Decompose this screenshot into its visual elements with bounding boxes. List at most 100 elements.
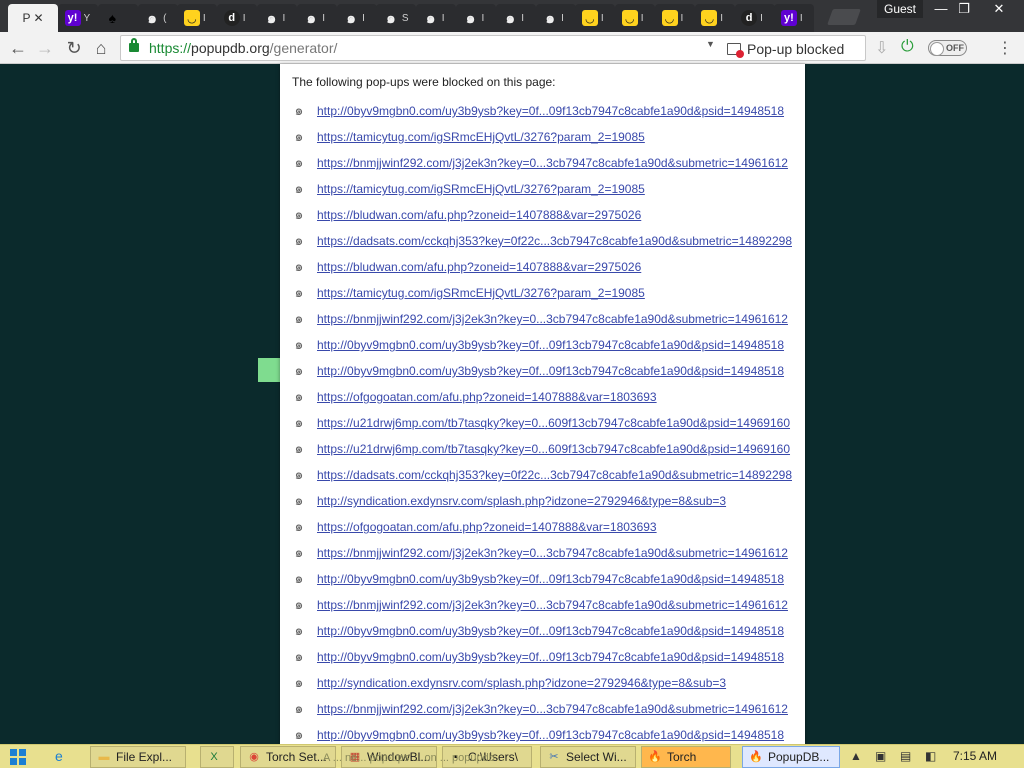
popup-blocked-indicator[interactable]: Pop-up blocked	[727, 39, 844, 59]
spiral-favicon-icon: ๑	[294, 102, 304, 118]
browser-tab[interactable]: y! Y	[58, 4, 98, 32]
url-text[interactable]: https://popupdb.org/generator/	[149, 40, 337, 56]
taskbar-item[interactable]: ✂ Select Wi...	[540, 746, 636, 768]
blocked-popup-link[interactable]: https://bnmjjwinf292.com/j3j2ek3n?key=0.…	[317, 702, 788, 716]
blocked-popup-link[interactable]: https://bnmjjwinf292.com/j3j2ek3n?key=0.…	[317, 546, 788, 560]
browser-tab[interactable]: ♠	[97, 4, 138, 32]
browser-tab[interactable]: ◡ I	[694, 4, 735, 32]
blocked-popup-link[interactable]: http://0byv9mgbn0.com/uy3b9ysb?key=0f...…	[317, 624, 784, 638]
blocked-popup-item: ๑ https://tamicytug.com/igSRmcEHjQvtL/327…	[292, 280, 802, 306]
blocked-popup-link[interactable]: https://bnmjjwinf292.com/j3j2ek3n?key=0.…	[317, 598, 788, 612]
browser-tab[interactable]: ๑I	[336, 4, 377, 32]
browser-tab[interactable]: dI	[217, 4, 258, 32]
ie-icon[interactable]: e	[55, 748, 63, 764]
tab-title: I	[640, 12, 644, 24]
blocked-popup-link[interactable]: https://u21drwj6mp.com/tb7tasqky?key=0..…	[317, 416, 790, 430]
blocked-popup-link[interactable]: https://tamicytug.com/igSRmcEHjQvtL/3276…	[317, 182, 645, 196]
browser-tab[interactable]: ๑I	[416, 4, 457, 32]
browser-tab[interactable]: ๑I	[535, 4, 576, 32]
browser-tab[interactable]: ๑I	[495, 4, 536, 32]
network-icon[interactable]: ▤	[900, 749, 911, 763]
browser-tab[interactable]: ◡ I	[575, 4, 616, 32]
browser-tab[interactable]: ◡ I	[615, 4, 656, 32]
popup-blocked-label: Pop-up blocked	[747, 41, 845, 57]
blocked-popup-link[interactable]: https://tamicytug.com/igSRmcEHjQvtL/3276…	[317, 130, 645, 144]
browser-tab[interactable]: ◡ I	[177, 4, 218, 32]
smiley-icon: ◡	[183, 10, 200, 26]
spiral-icon: ๑	[346, 10, 356, 27]
blocked-popup-link[interactable]: https://ofgogoatan.com/afu.php?zoneid=14…	[317, 390, 657, 404]
blocked-popup-link[interactable]: http://syndication.exdynsrv.com/splash.p…	[317, 676, 726, 690]
tray-app-icon[interactable]: ▣	[875, 749, 886, 763]
blocked-popup-link[interactable]: https://ofgogoatan.com/afu.php?zoneid=14…	[317, 520, 657, 534]
taskbar-item[interactable]: 🔥 Torch	[641, 746, 731, 768]
taskbar-item[interactable]: 🔥 PopupDB...	[742, 746, 840, 768]
tab-title: Y	[83, 12, 91, 24]
browser-tab[interactable]: ๑I	[296, 4, 337, 32]
yahoo-icon: y!	[780, 10, 797, 26]
power-extension-icon[interactable]: ⏻	[901, 38, 914, 56]
blocked-popup-item: ๑ https://bnmjjwinf292.com/j3j2ek3n?key=0…	[292, 150, 802, 176]
blocked-popup-link[interactable]: https://dadsats.com/cckqhj353?key=0f22c.…	[317, 234, 792, 248]
page-green-element[interactable]	[258, 358, 280, 382]
guest-profile-button[interactable]: Guest	[877, 0, 923, 18]
tab-title: I	[680, 12, 684, 24]
lock-icon[interactable]	[129, 38, 139, 52]
tab-title: I	[600, 12, 604, 24]
chevron-down-icon[interactable]: ▼	[706, 39, 715, 49]
home-icon[interactable]: ⌂	[90, 37, 112, 59]
browser-tab[interactable]: ◡ I	[655, 4, 695, 32]
blocked-popup-link[interactable]: http://0byv9mgbn0.com/uy3b9ysb?key=0f...…	[317, 728, 784, 742]
blocked-popup-item: ๑ http://0byv9mgbn0.com/uy3b9ysb?key=0f..…	[292, 618, 802, 644]
browser-tab[interactable]: ๑I	[257, 4, 297, 32]
volume-icon[interactable]: ◧	[925, 749, 936, 763]
blocked-popup-link[interactable]: https://tamicytug.com/igSRmcEHjQvtL/3276…	[317, 286, 645, 300]
tab-active[interactable]: P ✕	[8, 4, 58, 32]
blocked-popup-link[interactable]: https://bludwan.com/afu.php?zoneid=14078…	[317, 260, 641, 274]
browser-tab[interactable]: dI	[734, 4, 775, 32]
off-toggle[interactable]: OFF	[928, 40, 967, 56]
browser-tab[interactable]: y! I	[774, 4, 815, 32]
blocked-popup-link[interactable]: http://0byv9mgbn0.com/uy3b9ysb?key=0f...…	[317, 338, 784, 352]
spiral-icon: ๑	[386, 10, 396, 27]
blocked-popup-link[interactable]: http://0byv9mgbn0.com/uy3b9ysb?key=0f...…	[317, 572, 784, 586]
tab-close-icon[interactable]: ✕	[33, 11, 43, 25]
blocked-popup-link[interactable]: https://dadsats.com/cckqhj353?key=0f22c.…	[317, 468, 792, 482]
taskbar-item[interactable]: ◉ Torch Set...	[240, 746, 336, 768]
blocked-popup-link[interactable]: http://0byv9mgbn0.com/uy3b9ysb?key=0f...…	[317, 364, 784, 378]
taskbar-item[interactable]: ▬ File Expl...	[90, 746, 186, 768]
browser-tab[interactable]: ๑(	[137, 4, 178, 32]
blocked-popup-link[interactable]: http://syndication.exdynsrv.com/splash.p…	[317, 494, 726, 508]
taskbar-item[interactable]: X	[200, 746, 234, 768]
blocked-popup-item: ๑ http://0byv9mgbn0.com/uy3b9ysb?key=0f..…	[292, 722, 802, 744]
spiral-icon: ๑	[505, 10, 516, 27]
browser-tab[interactable]: ๑S	[376, 4, 417, 32]
tray-chevron-icon[interactable]: ▲	[850, 749, 862, 763]
restore-icon[interactable]: ❐	[950, 0, 978, 18]
blocked-popup-item: ๑ https://bnmjjwinf292.com/j3j2ek3n?key=0…	[292, 592, 802, 618]
reload-icon[interactable]: ↻	[63, 37, 85, 59]
blocked-popup-link[interactable]: https://bnmjjwinf292.com/j3j2ek3n?key=0.…	[317, 312, 788, 326]
menu-icon[interactable]: ⋮	[997, 38, 1013, 58]
blocked-popup-item: ๑ https://u21drwj6mp.com/tb7tasqky?key=0.…	[292, 436, 802, 462]
address-bar[interactable]: https://popupdb.org/generator/ ▼ Pop-up …	[120, 35, 866, 61]
blocked-popup-link[interactable]: https://bnmjjwinf292.com/j3j2ek3n?key=0.…	[317, 156, 788, 170]
blocked-popup-link[interactable]: http://0byv9mgbn0.com/uy3b9ysb?key=0f...…	[317, 650, 784, 664]
browser-tab[interactable]: ๑I	[456, 4, 496, 32]
blocked-popup-item: ๑ https://dadsats.com/cckqhj353?key=0f22c…	[292, 462, 802, 488]
clock[interactable]: 7:15 AM	[953, 749, 997, 763]
window-close-icon[interactable]: ✕	[985, 0, 1013, 18]
chrome-icon: ◉	[249, 751, 259, 763]
download-extension-icon[interactable]: ⇩	[875, 38, 888, 58]
forward-icon[interactable]: →	[34, 37, 56, 59]
spiral-favicon-icon: ๑	[294, 258, 304, 274]
blocked-popup-link[interactable]: http://0byv9mgbn0.com/uy3b9ysb?key=0f...…	[317, 104, 784, 118]
blocked-popup-link[interactable]: https://bludwan.com/afu.php?zoneid=14078…	[317, 208, 641, 222]
tab-title: I	[202, 12, 206, 24]
back-icon[interactable]: ←	[7, 37, 29, 59]
tab-title: I	[481, 12, 485, 24]
blocked-popup-link[interactable]: https://u21drwj6mp.com/tb7tasqky?key=0..…	[317, 442, 790, 456]
spiral-icon: ๑	[147, 10, 157, 27]
windows-start-icon[interactable]	[10, 749, 26, 765]
new-tab-button[interactable]	[827, 9, 861, 25]
